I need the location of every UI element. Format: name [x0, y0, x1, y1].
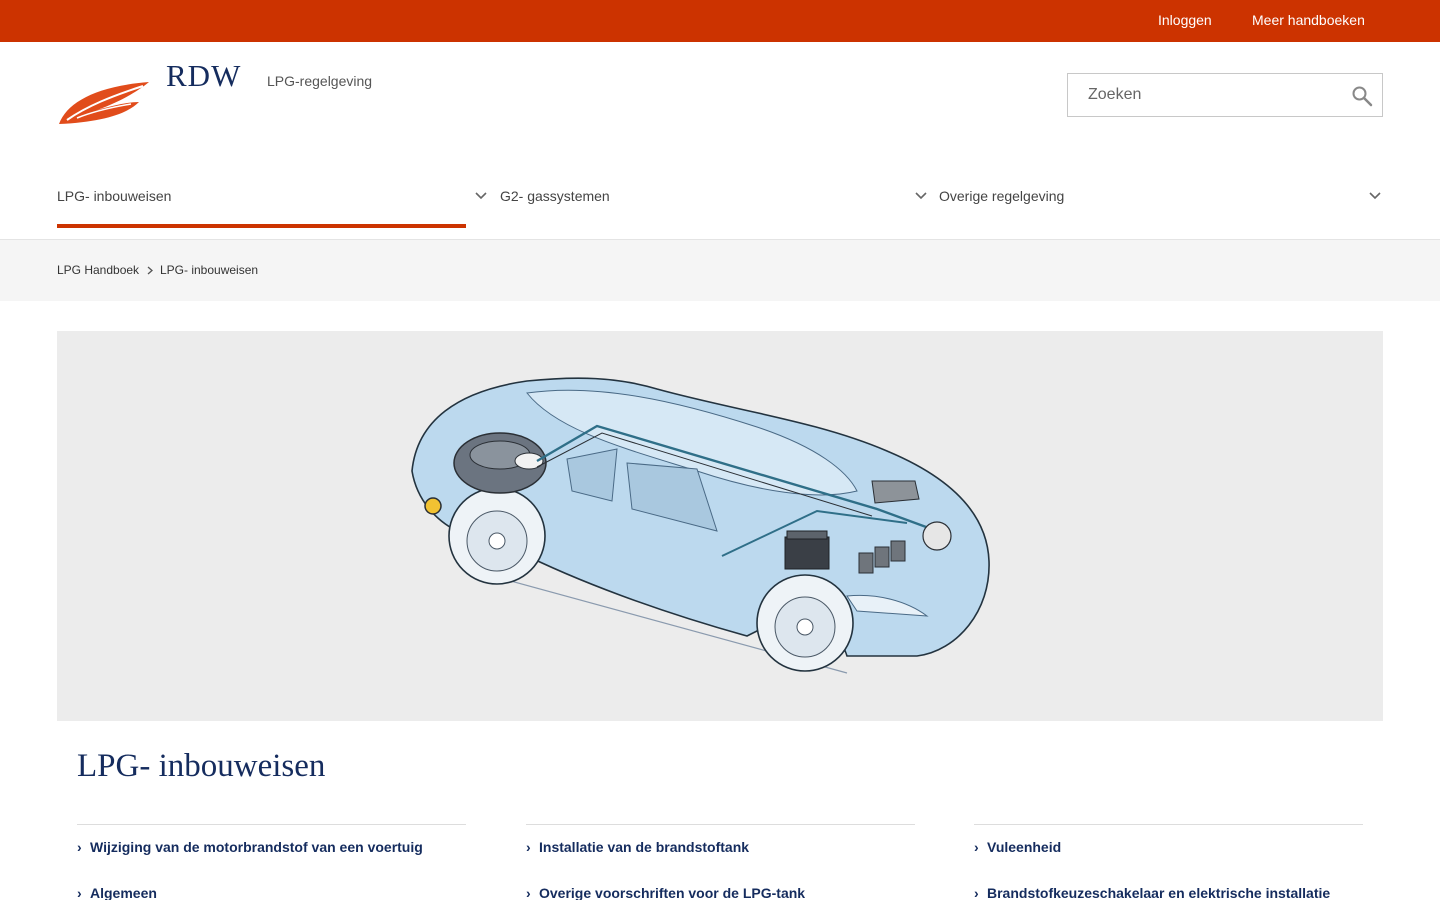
list-item-link[interactable]: › Installatie van de brandstoftank [526, 825, 915, 871]
nav-item-g2-gassystemen[interactable]: G2- gassystemen [500, 160, 927, 228]
login-link[interactable]: Inloggen [1158, 12, 1212, 28]
nav-item-label: G2- gassystemen [500, 188, 610, 204]
more-handbooks-link[interactable]: Meer handboeken [1252, 12, 1365, 28]
link-label: Overige voorschriften voor de LPG-tank [539, 885, 806, 900]
breadcrumb-current: LPG- inbouweisen [160, 263, 259, 277]
chevron-right-icon: › [526, 885, 531, 900]
chevron-down-icon [1369, 192, 1381, 200]
list-item-link[interactable]: › Overige voorschriften voor de LPG-tank [526, 871, 915, 900]
chevron-right-icon: › [77, 885, 82, 900]
car-lpg-illustration [411, 377, 990, 674]
link-label: Algemeen [90, 885, 157, 900]
link-column: › Vuleenheid › Brandstofkeuzeschakelaar en… [974, 824, 1363, 900]
nav-item-lpg-inbouweisen[interactable]: LPG- inbouweisen [57, 160, 466, 228]
hero-image [57, 331, 1383, 721]
search-input[interactable] [1068, 74, 1338, 116]
list-item-link[interactable]: › Vuleenheid [974, 825, 1363, 871]
link-label: Vuleenheid [987, 839, 1062, 855]
list-item-link[interactable]: › Wijziging van de motorbrandstof van een… [77, 825, 466, 871]
list-item-link[interactable]: › Algemeen [77, 871, 466, 900]
nav-item-label: Overige regelgeving [939, 188, 1065, 204]
chevron-right-icon: › [974, 885, 979, 900]
site-name: LPG-regelgeving [267, 73, 373, 89]
link-label: Installatie van de brandstoftank [539, 839, 750, 855]
chevron-right-icon: › [974, 839, 979, 855]
nav-item-overige-regelgeving[interactable]: Overige regelgeving [939, 160, 1381, 228]
nav-item-label: LPG- inbouweisen [57, 188, 172, 204]
breadcrumb: LPG Handboek LPG- inbouweisen [0, 240, 1440, 301]
link-column: › Wijziging van de motorbrandstof van een… [77, 824, 466, 900]
search-icon[interactable] [1350, 84, 1374, 108]
link-label: Wijziging van de motorbrandstof van een … [90, 839, 423, 855]
rdw-wing-icon [59, 82, 149, 124]
chevron-right-icon [147, 266, 153, 275]
page-title: LPG- inbouweisen [77, 748, 326, 784]
top-bar: Inloggen Meer handboeken [0, 0, 1440, 42]
link-label: Brandstofkeuzeschakelaar en elektrische … [987, 885, 1331, 900]
search-box [1067, 73, 1383, 117]
list-item-link[interactable]: › Brandstofkeuzeschakelaar en elektrische… [974, 871, 1363, 900]
chevron-down-icon[interactable] [475, 192, 487, 200]
link-column: › Installatie van de brandstoftank › Overi… [526, 824, 915, 900]
logo-text: RDW [166, 58, 242, 93]
main-nav: LPG- inbouweisen G2- gassystemen Overige… [0, 160, 1440, 240]
chevron-right-icon: › [526, 839, 531, 855]
chevron-right-icon: › [77, 839, 82, 855]
chevron-down-icon [915, 192, 927, 200]
breadcrumb-root-link[interactable]: LPG Handboek [57, 263, 139, 277]
